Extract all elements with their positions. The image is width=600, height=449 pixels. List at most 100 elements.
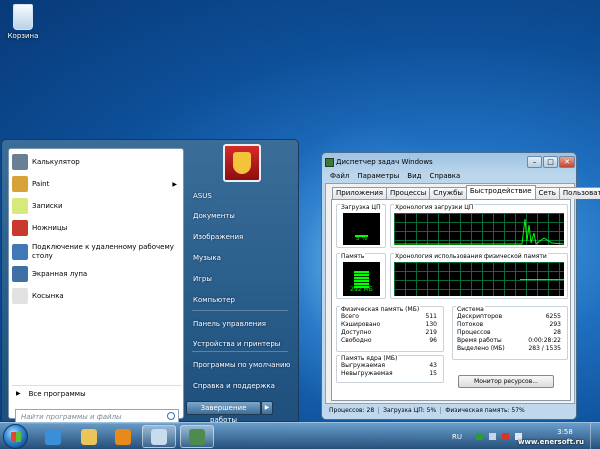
stat-label: Выделено (МБ) (457, 345, 505, 352)
start-menu-link[interactable]: Документы (190, 208, 294, 224)
windows-logo-icon (11, 432, 21, 442)
show-desktop-button[interactable] (590, 423, 600, 449)
system-title: Система (456, 306, 485, 313)
memory-history-group: Хронология использования физической памя… (390, 253, 568, 299)
cpu-usage-meter: 5 % (343, 213, 380, 245)
stat-value: 511 (425, 313, 437, 320)
tab[interactable]: Сеть (534, 187, 560, 199)
tab-strip: Приложения Процессы Службы Быстродействие Се… (332, 185, 600, 199)
physical-memory-title: Физическая память (МБ) (340, 306, 421, 313)
start-menu-link[interactable]: ASUS (190, 188, 294, 204)
recycle-bin-label: Корзина (7, 32, 39, 40)
kernel-memory-title: Память ядра (МБ) (340, 355, 399, 362)
system-tray: RU (452, 423, 525, 449)
program-item[interactable]: Калькулятор (9, 151, 185, 173)
resource-monitor-button[interactable]: Монитор ресурсов... (458, 375, 554, 388)
cpu-usage-label: Загрузка ЦП (340, 204, 382, 211)
clock[interactable]: 3:58 (550, 428, 580, 436)
stat-row: Выделено (МБ) 283 / 1535 (457, 345, 561, 353)
search-icon[interactable] (167, 412, 175, 420)
taskbar-media-button[interactable] (106, 425, 140, 448)
coat-of-arms-icon (233, 152, 251, 174)
cpu-usage-group: Загрузка ЦП 5 % (336, 204, 386, 248)
program-item[interactable]: Косынка (9, 285, 185, 307)
program-label: Записки (32, 201, 63, 210)
all-programs-button[interactable]: ▶ Все программы (12, 385, 182, 401)
start-menu-link[interactable]: Программы по умолчанию (190, 357, 294, 373)
recycle-bin[interactable]: Корзина (6, 4, 40, 40)
program-item[interactable]: Paint ▶ (9, 173, 185, 195)
magnifier-icon (12, 266, 28, 282)
flag-icon[interactable] (489, 433, 496, 440)
start-menu: ▶ Все программы Найти программы и файлы … (1, 139, 299, 424)
kernel-memory-stats: Выгружаемая 43 Невыгружаемая 15 (341, 362, 437, 378)
stat-value: 28 (553, 329, 561, 336)
language-indicator[interactable]: RU (452, 433, 462, 441)
watermark: www.enersoft.ru (518, 438, 585, 446)
calculator-icon (12, 154, 28, 170)
program-label: Подключение к удаленному рабочему столу (32, 243, 174, 260)
status-bar: Процессов: 28 Загрузка ЦП: 5% Физическая… (325, 404, 575, 417)
menu-item[interactable]: Вид (407, 172, 421, 180)
memory-history-label: Хронология использования физической памя… (394, 253, 548, 260)
cpu-history-graph (394, 213, 564, 245)
memory-history-line (520, 279, 564, 280)
tab[interactable]: Службы (429, 187, 467, 199)
menu-separator (192, 310, 288, 311)
tab[interactable]: Процессы (385, 187, 431, 199)
start-menu-link[interactable]: Панель управления (190, 316, 294, 332)
stat-value: 293 (549, 321, 561, 328)
start-menu-link[interactable]: Устройства и принтеры (190, 336, 294, 352)
memory-meter: 292 МБ (343, 262, 380, 296)
triangle-right-icon: ▶ (16, 390, 21, 397)
recycle-bin-icon (13, 4, 33, 30)
task-manager-window: Диспетчер задач Windows – □ ✕ Файл Параме… (321, 152, 600, 420)
stat-row: Дескрипторов 6255 (457, 313, 561, 321)
stat-value: 15 (429, 370, 437, 377)
stat-label: Выгружаемая (341, 362, 385, 369)
stat-label: Дескрипторов (457, 313, 503, 320)
program-item[interactable]: Ножницы (9, 217, 185, 239)
folder-icon (81, 428, 97, 445)
taskbar-explorer-button[interactable] (72, 425, 106, 448)
shutdown-button[interactable]: Завершение работы (186, 401, 261, 424)
physical-memory-stats: Всего 511 Кэшировано 130 Доступно 219 Свободно… (341, 313, 437, 345)
start-menu-link[interactable]: Компьютер (190, 292, 294, 308)
menu-item[interactable]: Параметры (357, 172, 399, 180)
start-menu-link[interactable]: Изображения (190, 229, 294, 245)
action-center-icon[interactable] (502, 433, 509, 440)
start-menu-link[interactable]: Игры (190, 271, 294, 287)
shutdown-options-button[interactable]: ▶ (261, 401, 273, 415)
performance-panel: Загрузка ЦП 5 % Хронология загрузки ЦП П… (331, 199, 571, 401)
menu-item[interactable]: Справка (429, 172, 460, 180)
all-programs-label: Все программы (28, 389, 86, 398)
window-title: Диспетчер задач Windows (336, 158, 433, 166)
snipping-tool-icon (12, 220, 28, 236)
tab[interactable]: Приложения (332, 187, 387, 199)
status-memory: Физическая память: 57% (445, 407, 525, 414)
stat-row: Кэшировано 130 (341, 321, 437, 329)
program-label: Экранная лупа (32, 269, 88, 278)
media-player-icon (115, 428, 131, 445)
program-item[interactable]: Записки (9, 195, 185, 217)
tab[interactable]: Пользователи (558, 187, 600, 199)
cpu-history-label: Хронология загрузки ЦП (394, 204, 475, 211)
menu-item[interactable]: Файл (330, 172, 349, 180)
program-item[interactable]: Подключение к удаленному рабочему столу (9, 241, 185, 263)
taskbar-ie-button[interactable] (36, 425, 70, 448)
start-menu-link[interactable]: Справка и поддержка (190, 378, 294, 394)
taskbar-taskmgr-button[interactable] (180, 425, 214, 448)
taskbar-paint-button[interactable] (142, 425, 176, 448)
start-button[interactable] (3, 424, 28, 449)
program-item[interactable]: Экранная лупа (9, 263, 185, 285)
network-icon[interactable] (476, 433, 483, 440)
maximize-button[interactable]: □ (543, 156, 558, 168)
sticky-notes-icon (12, 198, 28, 214)
user-avatar[interactable] (223, 144, 261, 182)
menu-separator (192, 351, 288, 352)
minimize-button[interactable]: – (527, 156, 542, 168)
start-menu-link[interactable]: Музыка (190, 250, 294, 266)
close-button[interactable]: ✕ (559, 156, 575, 168)
tab[interactable]: Быстродействие (465, 185, 536, 199)
program-label: Калькулятор (32, 157, 80, 166)
